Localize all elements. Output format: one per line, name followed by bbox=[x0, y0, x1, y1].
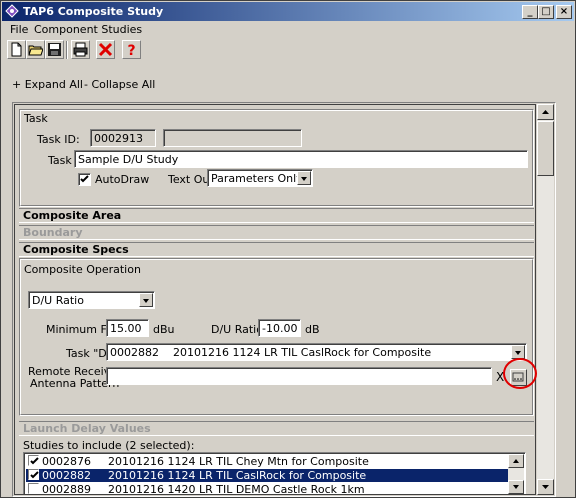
expand-all-link[interactable]: + Expand All bbox=[12, 78, 83, 91]
study-checkbox[interactable] bbox=[28, 483, 39, 494]
toolbar-separator bbox=[66, 41, 68, 59]
open-folder-icon bbox=[28, 45, 43, 56]
help-button[interactable]: ? bbox=[122, 40, 141, 59]
min-field-input[interactable]: 15.00 bbox=[106, 319, 149, 337]
open-button[interactable] bbox=[26, 40, 45, 59]
section-boundary[interactable]: Boundary bbox=[19, 225, 534, 240]
task-d-select[interactable]: 0002882 20101216 1124 LR TIL CaslRock fo… bbox=[106, 343, 527, 361]
printer-icon bbox=[73, 42, 88, 57]
dropdown-arrow-icon[interactable] bbox=[139, 293, 153, 307]
print-button[interactable] bbox=[71, 40, 90, 59]
save-disk-icon bbox=[48, 43, 61, 56]
studies-scrollbar[interactable] bbox=[508, 454, 524, 494]
task-id-extra-field bbox=[163, 129, 302, 147]
study-id: 0002876 bbox=[42, 455, 91, 468]
checkmark-icon bbox=[30, 457, 39, 465]
dropdown-arrow-icon[interactable] bbox=[297, 171, 311, 185]
list-scroll-up-button[interactable] bbox=[508, 454, 524, 468]
studies-list[interactable]: 0002876 20101216 1124 LR TIL Chey Mtn fo… bbox=[23, 452, 526, 495]
studies-label: Studies to include (2 selected): bbox=[23, 439, 195, 452]
arrow-down-icon bbox=[513, 485, 519, 489]
scroll-thumb[interactable] bbox=[537, 121, 554, 176]
composite-specs-group: Composite Operation D/U Ratio Minimum Fi… bbox=[19, 258, 534, 416]
task-group-label: Task bbox=[24, 112, 48, 125]
menu-bar: File Component Studies bbox=[2, 21, 574, 39]
new-file-icon bbox=[11, 42, 22, 57]
dropdown-arrow-icon[interactable] bbox=[511, 345, 525, 359]
collapse-all-link[interactable]: - Collapse All bbox=[84, 78, 155, 91]
scroll-up-button[interactable] bbox=[537, 104, 554, 120]
task-name-input[interactable]: Sample D/U Study bbox=[74, 150, 528, 168]
composite-operation-value: D/U Ratio bbox=[32, 294, 84, 307]
task-id-field: 0002913 bbox=[90, 129, 156, 147]
du-ratio-unit: dB bbox=[305, 323, 320, 336]
title-bar[interactable]: TAP6 Composite Study _ □ × bbox=[2, 2, 574, 21]
text-out-select[interactable]: Parameters Only bbox=[207, 169, 313, 187]
menu-component-studies[interactable]: Component Studies bbox=[34, 23, 142, 36]
scroll-down-button[interactable] bbox=[537, 479, 554, 495]
section-composite-specs[interactable]: Composite Specs bbox=[19, 242, 534, 257]
minimize-button[interactable]: _ bbox=[522, 5, 538, 19]
checkmark-icon bbox=[80, 175, 89, 183]
panel-scrollbar[interactable] bbox=[537, 104, 554, 495]
study-desc: 20101216 1124 LR TIL Chey Mtn for Compos… bbox=[108, 455, 369, 468]
maximize-button[interactable]: □ bbox=[538, 5, 554, 19]
min-field-unit: dBu bbox=[153, 323, 175, 336]
section-launch-delay[interactable]: Launch Delay Values bbox=[19, 421, 534, 436]
new-button[interactable] bbox=[7, 40, 26, 59]
study-panel: Task Task ID: 0002913 Task Sample D/U St… bbox=[12, 102, 556, 497]
save-button[interactable] bbox=[45, 40, 64, 59]
toolbar: ? bbox=[2, 39, 574, 63]
svg-text:?: ? bbox=[127, 43, 135, 57]
close-window-button[interactable]: × bbox=[556, 5, 572, 19]
autodraw-checkbox[interactable] bbox=[78, 173, 91, 186]
help-question-icon: ? bbox=[127, 43, 135, 57]
text-out-value: Parameters Only bbox=[211, 172, 303, 185]
study-id: 0002882 bbox=[42, 469, 91, 482]
panel-content: Task Task ID: 0002913 Task Sample D/U St… bbox=[14, 104, 536, 495]
task-id-label: Task ID: bbox=[37, 133, 80, 146]
study-checkbox[interactable] bbox=[28, 455, 39, 466]
app-icon bbox=[5, 4, 20, 19]
arrow-up-icon bbox=[542, 110, 549, 114]
task-name-label: Task bbox=[48, 154, 72, 167]
composite-operation-label: Composite Operation bbox=[24, 263, 141, 276]
checkmark-icon bbox=[30, 471, 39, 479]
study-row-selected[interactable]: 0002882 20101216 1124 LR TIL CaslRock fo… bbox=[26, 469, 510, 482]
study-row[interactable]: 0002876 20101216 1124 LR TIL Chey Mtn fo… bbox=[26, 455, 510, 468]
composite-operation-select[interactable]: D/U Ratio bbox=[28, 291, 155, 309]
study-desc: 20101216 1420 LR TIL DEMO Castle Rock 1k… bbox=[108, 483, 365, 495]
menu-file[interactable]: File bbox=[10, 23, 28, 36]
task-d-label: Task "D" bbox=[66, 347, 112, 360]
du-ratio-input[interactable]: -10.00 bbox=[258, 319, 301, 337]
window-title: TAP6 Composite Study bbox=[23, 5, 164, 18]
delete-button[interactable] bbox=[96, 40, 115, 59]
arrow-up-icon bbox=[513, 459, 519, 463]
highlight-circle bbox=[503, 358, 537, 389]
section-composite-area[interactable]: Composite Area bbox=[19, 208, 534, 223]
study-checkbox[interactable] bbox=[28, 469, 39, 480]
autodraw-label: AutoDraw bbox=[95, 173, 150, 186]
main-window: TAP6 Composite Study _ □ × File Componen… bbox=[0, 0, 576, 498]
rx-pattern-input[interactable] bbox=[106, 367, 492, 385]
study-id: 0002889 bbox=[42, 483, 91, 495]
task-group: Task Task ID: 0002913 Task Sample D/U St… bbox=[19, 109, 534, 207]
du-ratio-label: D/U Ratio bbox=[211, 323, 263, 336]
task-d-value: 0002882 20101216 1124 LR TIL CaslRock fo… bbox=[110, 346, 432, 359]
list-scroll-down-button[interactable] bbox=[508, 480, 524, 494]
arrow-down-icon bbox=[542, 485, 549, 489]
red-x-icon bbox=[98, 42, 113, 57]
study-row[interactable]: 0002889 20101216 1420 LR TIL DEMO Castle… bbox=[26, 483, 510, 495]
study-desc: 20101216 1124 LR TIL CaslRock for Compos… bbox=[108, 469, 367, 482]
